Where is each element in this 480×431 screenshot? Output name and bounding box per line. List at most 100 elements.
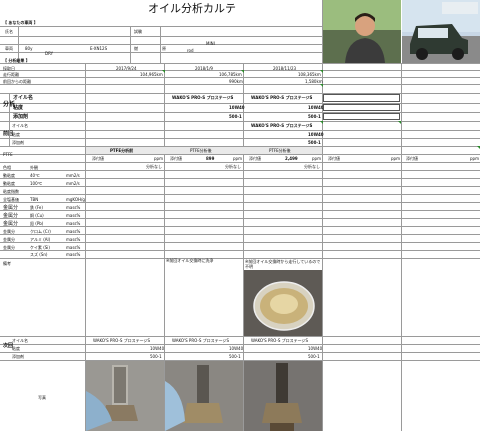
cell-marker-2 [241, 70, 244, 73]
ptfe-col-head-2: PTFE分析後 [190, 148, 212, 153]
cell-marker-5 [320, 121, 323, 124]
oil-add-input[interactable] [323, 113, 400, 120]
oil-sample-photo [244, 270, 322, 336]
vehicle-code: MINI [206, 41, 215, 46]
oil-name-col-2: WAKO'S PRO-S プロステージS [172, 95, 234, 100]
ptfe-section-label: PTFE [3, 152, 13, 157]
metric-label-3: 動粘度 [3, 181, 15, 186]
metric-sub-8: 鉛 (Pb) [30, 221, 44, 226]
next-oil-name-col-1: WAKO'S PRO-S プロステージS [93, 338, 151, 343]
row-label-sample-date: 採取日 [3, 66, 15, 71]
next-oil-grade-col-1: 10W40 [150, 346, 165, 351]
vehicle-fuel: 原 [162, 46, 166, 51]
metric-label-4: 粘度指数 [3, 189, 19, 194]
cell-marker-6 [398, 121, 401, 124]
ptfe-unit-3: ppm [312, 156, 321, 161]
car-photo [402, 0, 480, 63]
prev-oil-name-label: オイル名 [12, 123, 28, 128]
prev-oil-add-label: 添加剤 [12, 140, 24, 145]
ptfe-sub-head-5: 添付値 [406, 156, 418, 161]
vehicle-label: 車両 [5, 46, 13, 51]
metric-sub-9: クロム (Cr) [30, 229, 51, 234]
metric-label-2: 動粘度 [3, 173, 15, 178]
metric-unit-6: mass% [66, 205, 81, 210]
metric-sub-2: 40℃ [30, 173, 40, 178]
cell-marker-3 [320, 70, 323, 73]
metric-unit-3: mm2/s [66, 181, 80, 186]
ptfe-unit-4: ppm [391, 156, 400, 161]
next-oil-add-col-1: 500-1 [150, 354, 162, 359]
metric-sub-6: 鉄 (Fe) [30, 205, 43, 210]
metric-unit-11: mass% [66, 245, 81, 250]
metric-sub-3: 100℃ [30, 181, 43, 186]
oil-name-input[interactable] [323, 94, 400, 102]
metric-label-10: 金属分 [3, 237, 15, 242]
section-results-label: 【 分析結果 】 [3, 58, 30, 63]
mileage-col-2: 106,785km [219, 72, 242, 77]
oil-name-label: オイル名 [13, 95, 34, 101]
metric-sub-7: 銅 (Cu) [30, 213, 44, 218]
next-oil-add-col-2: 500-1 [229, 354, 241, 359]
next-oil-name-label: オイル名 [12, 338, 28, 343]
ptfe-sub-head-2: 添付値 [170, 156, 182, 161]
cell-marker-1 [162, 70, 165, 73]
owner-photo [323, 0, 401, 63]
oil-add-col-3: 500-1 [308, 114, 321, 119]
metric-unit-5: mgKOH/g [66, 197, 85, 202]
ptfe-unit-1: ppm [154, 156, 163, 161]
prev-oil-add-col-3: 500-1 [308, 140, 321, 145]
next-oil-add-col-3: 500-1 [308, 354, 320, 359]
next-oil-name-col-3: WAKO'S PRO-S プロステージS [251, 338, 309, 343]
notes-label: 備考 [3, 261, 11, 266]
metric-label-1: 色相 [3, 165, 11, 170]
ptfe-sub-head-1: 添付値 [92, 156, 104, 161]
metric-sub-10: アルミ (Al) [30, 237, 51, 242]
metric-unit-8: mass% [66, 221, 81, 226]
metric-unit-7: mass% [66, 213, 81, 218]
next-oil-add-label: 添加剤 [12, 354, 24, 359]
test-label: 試験 [134, 29, 142, 34]
next-oil-name-col-2: WAKO'S PRO-S プロステージS [172, 338, 230, 343]
date-col-3: 2018/11/23 [273, 66, 297, 71]
next-oil-grade-label: 粘度 [12, 346, 20, 351]
vehicle-year: 80y [25, 46, 33, 51]
ptfe-value-col-2: 899 [206, 156, 215, 161]
vehicle-fuel-label: 燃 [134, 46, 138, 51]
cell-marker-4 [320, 84, 323, 87]
photo-row-label: 写真 [38, 395, 46, 400]
metric-label-5: 全塩基価 [3, 197, 19, 202]
date-col-1: 2017/9/24 [116, 66, 137, 71]
metric-unit-2: mm2/s [66, 173, 80, 178]
section-vehicle-label: 【 あなたの車両 】 [3, 20, 38, 25]
mileage-col-1: 104,965km [140, 72, 163, 77]
drain-plug-photo-3 [244, 361, 322, 431]
note-col-2: ※前回オイル交換時に洗浄 [166, 258, 214, 263]
no-analysis-col-3: 分析なし [304, 164, 320, 169]
oil-add-col-2: 500-1 [229, 114, 242, 119]
owner-name-label: 氏名 [5, 29, 13, 34]
date-col-2: 2018/1/9 [195, 66, 213, 71]
ptfe-unit-5: ppm [470, 156, 479, 161]
metric-label-11: 金属分 [3, 245, 15, 250]
ptfe-unit-2: ppm [233, 156, 242, 161]
distance-col-2: 990km [229, 79, 243, 84]
mileage-col-3: 108,365km [298, 72, 321, 77]
oil-grade-input[interactable] [323, 104, 400, 111]
ptfe-col-head-3: PTFE分析後 [269, 148, 291, 153]
no-analysis-col-1: 分析なし [146, 164, 162, 169]
row-label-mileage: 走行距離 [3, 72, 19, 77]
oil-name-col-3: WAKO'S PRO-S プロステージS [251, 95, 313, 100]
prev-oil-grade-col-3: 10W40 [308, 132, 324, 137]
oil-add-label: 添加剤 [13, 114, 29, 120]
vehicle-extra: rod [187, 48, 194, 53]
metric-sub-12: スズ (Sn) [30, 252, 48, 257]
metric-sub-1: 外観 [30, 165, 38, 170]
oil-grade-label: 粘度 [13, 105, 24, 111]
metric-sub-11: ケイ素 (Si) [30, 245, 50, 250]
no-analysis-col-2: 分析なし [225, 164, 241, 169]
metric-unit-12: mass% [66, 252, 81, 257]
vehicle-engine: DRY [45, 51, 54, 56]
drain-plug-photo-1 [86, 361, 164, 431]
note-col-3: ※前回オイル交換時から走行しているので不明 [245, 259, 321, 270]
metric-unit-10: mass% [66, 237, 81, 242]
